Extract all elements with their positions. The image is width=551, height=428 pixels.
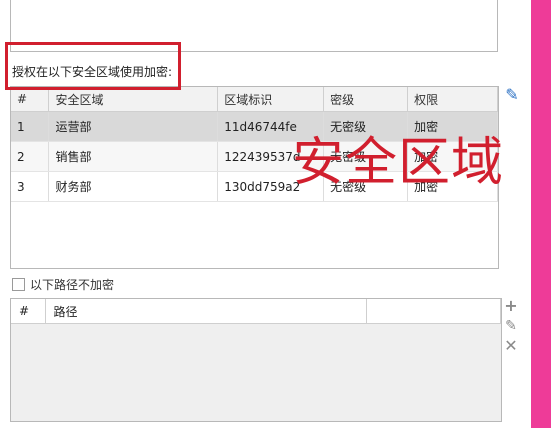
- paths-table-header: # 路径: [11, 299, 501, 324]
- column-header-num[interactable]: #: [11, 299, 46, 324]
- zone-name: 运营部: [48, 111, 219, 142]
- paths-table[interactable]: # 路径: [10, 298, 502, 422]
- row-num: 2: [11, 141, 50, 172]
- zone-name: 销售部: [48, 141, 219, 172]
- column-header-zone[interactable]: 安全区域: [48, 87, 219, 112]
- zones-table-header: # 安全区域 区域标识 密级 权限: [11, 87, 498, 112]
- column-header-level[interactable]: 密级: [323, 87, 409, 112]
- column-header-empty: [366, 299, 501, 324]
- exclude-paths-option[interactable]: 以下路径不加密: [12, 276, 114, 293]
- plus-icon[interactable]: +: [502, 298, 520, 314]
- column-header-num[interactable]: #: [11, 87, 50, 112]
- row-num: 1: [11, 111, 50, 142]
- exclude-paths-label: 以下路径不加密: [30, 278, 115, 292]
- column-header-zone-id[interactable]: 区域标识: [217, 87, 325, 112]
- row-num: 3: [11, 171, 50, 202]
- x-icon[interactable]: ✕: [502, 338, 520, 354]
- column-header-path[interactable]: 路径: [45, 299, 367, 324]
- overlay-annotation: 安全区域: [292, 133, 505, 193]
- pencil-icon[interactable]: ✎: [503, 86, 521, 104]
- highlight-box: [5, 42, 181, 90]
- pencil-icon[interactable]: ✎: [502, 318, 520, 334]
- exclude-paths-checkbox[interactable]: [12, 278, 25, 291]
- column-header-permission[interactable]: 权限: [407, 87, 498, 112]
- zone-name: 财务部: [48, 171, 219, 202]
